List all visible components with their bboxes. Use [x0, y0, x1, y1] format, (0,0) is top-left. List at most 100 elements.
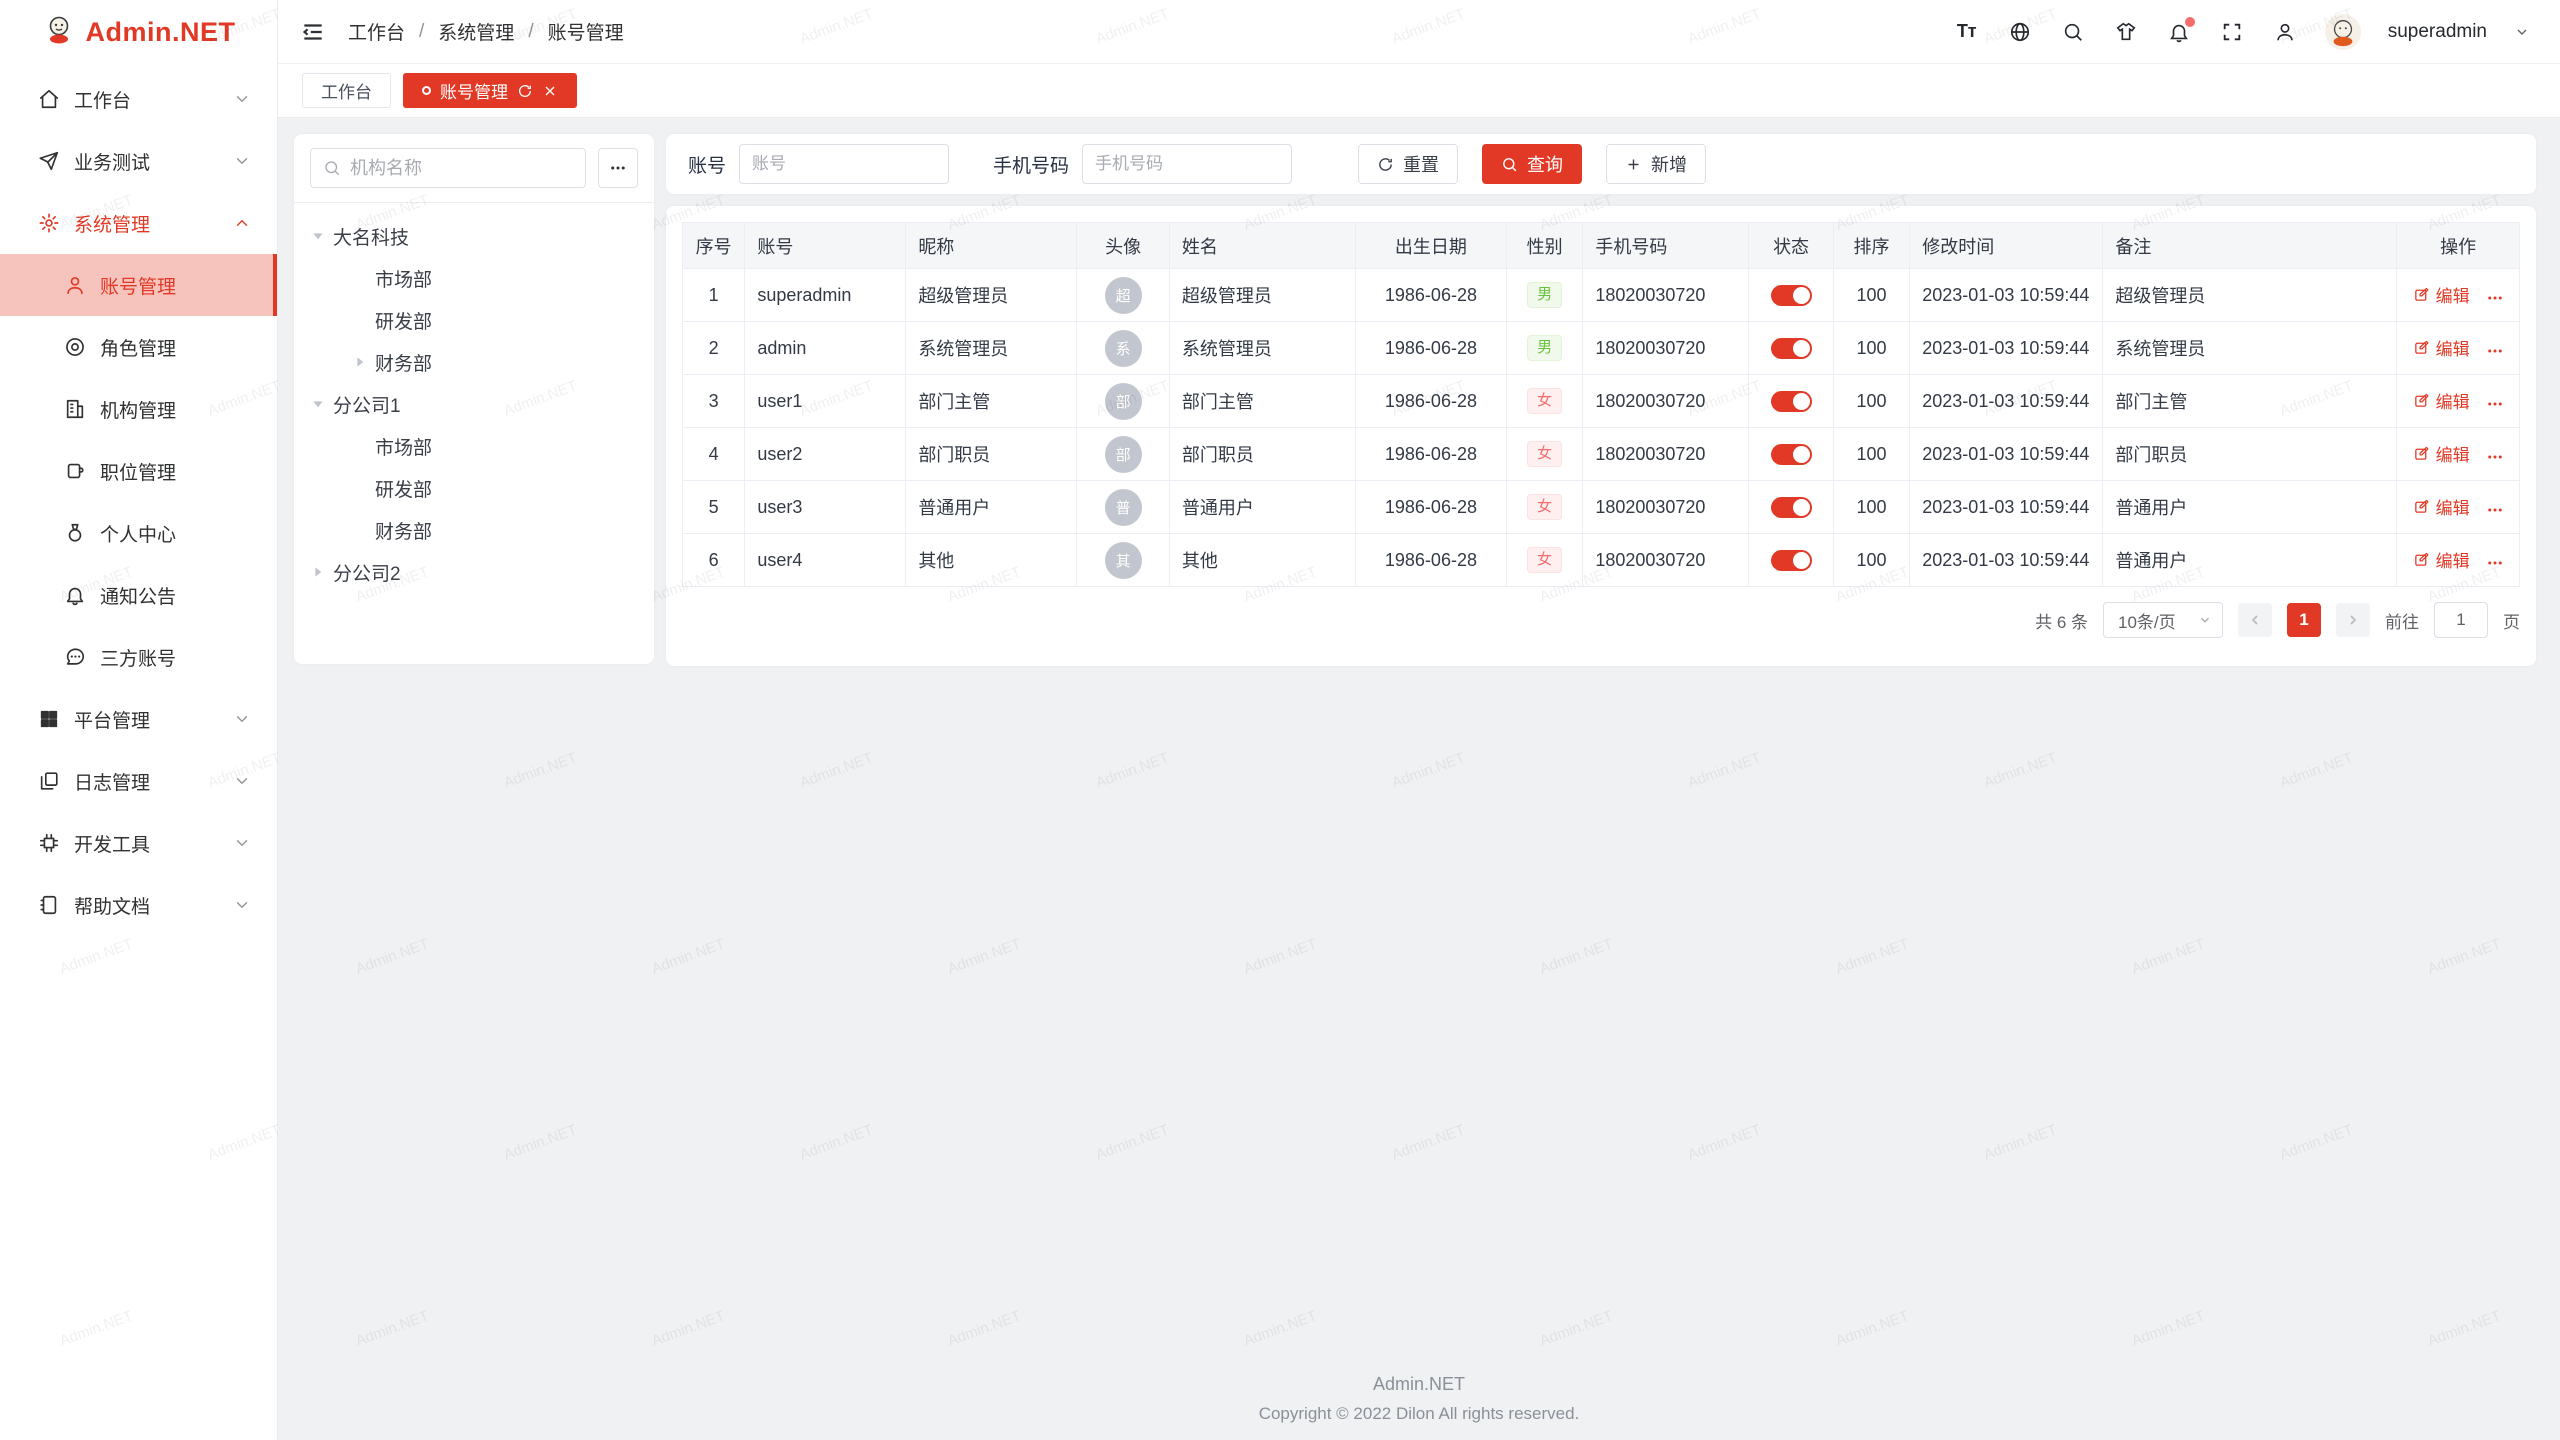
collapse-sidebar-icon[interactable] [300, 19, 326, 45]
status-toggle[interactable] [1771, 391, 1812, 412]
caret-right-icon[interactable] [352, 354, 368, 370]
org-search-input[interactable] [350, 158, 573, 179]
sidebar-item-label: 业务测试 [74, 148, 233, 175]
sidebar-item-个人中心[interactable]: 个人中心 [0, 502, 277, 564]
row-index: 2 [683, 322, 745, 375]
chevron-down-icon [233, 834, 251, 852]
more-actions-button[interactable] [2486, 289, 2504, 307]
row-index: 1 [683, 269, 745, 322]
theme-shirt-icon[interactable] [2113, 19, 2139, 45]
sidebar-item-帮助文档[interactable]: 帮助文档 [0, 874, 277, 936]
tree-node-分公司2[interactable]: 分公司2 [294, 551, 654, 593]
status-toggle[interactable] [1771, 497, 1812, 518]
table-row: 1superadmin超级管理员超超级管理员1986-06-28男1802003… [683, 269, 2520, 322]
chevron-down-icon[interactable] [2514, 24, 2530, 40]
table-row: 3user1部门主管部部门主管1986-06-28女18020030720100… [683, 375, 2520, 428]
page-size-select[interactable]: 10条/页 [2103, 602, 2223, 638]
language-icon[interactable] [2007, 19, 2033, 45]
order-cell: 100 [1833, 534, 1909, 587]
sidebar-item-业务测试[interactable]: 业务测试 [0, 130, 277, 192]
edit-button[interactable]: 编辑 [2413, 335, 2470, 360]
sidebar-item-系统管理[interactable]: 系统管理 [0, 192, 277, 254]
status-toggle[interactable] [1771, 550, 1812, 571]
caret-down-icon[interactable] [310, 396, 326, 412]
search-icon[interactable] [2060, 19, 2086, 45]
user-outline-icon[interactable] [2272, 19, 2298, 45]
next-page-button[interactable] [2336, 603, 2370, 637]
tab-account-management[interactable]: 账号管理 [403, 73, 577, 108]
caret-right-icon[interactable] [310, 564, 326, 580]
close-icon[interactable] [542, 83, 558, 99]
tree-node-研发部[interactable]: 研发部 [294, 467, 654, 509]
phone-filter-input[interactable] [1082, 144, 1292, 184]
edit-button[interactable]: 编辑 [2413, 282, 2470, 307]
sidebar-item-机构管理[interactable]: 机构管理 [0, 378, 277, 440]
tree-node-大名科技[interactable]: 大名科技 [294, 215, 654, 257]
sidebar-item-账号管理[interactable]: 账号管理 [0, 254, 277, 316]
tree-node-研发部[interactable]: 研发部 [294, 299, 654, 341]
page-content: 大名科技市场部研发部财务部分公司1市场部研发部财务部分公司2 账号 手机号码 重… [278, 118, 2560, 1440]
more-actions-button[interactable] [2486, 501, 2504, 519]
breadcrumb-item[interactable]: 系统管理 [438, 18, 514, 45]
status-toggle[interactable] [1771, 338, 1812, 359]
tree-node-市场部[interactable]: 市场部 [294, 257, 654, 299]
avatar-cell: 超 [1077, 269, 1170, 322]
goto-label: 前往 [2385, 608, 2419, 633]
username[interactable]: superadmin [2388, 21, 2487, 43]
refresh-icon[interactable] [517, 83, 533, 99]
column-header-出生日期: 出生日期 [1355, 223, 1506, 269]
phone-cell: 18020030720 [1583, 375, 1749, 428]
tree-node-label: 大名科技 [333, 223, 409, 250]
tree-node-分公司1[interactable]: 分公司1 [294, 383, 654, 425]
fullscreen-icon[interactable] [2219, 19, 2245, 45]
sidebar-item-三方账号[interactable]: 三方账号 [0, 626, 277, 688]
tree-more-button[interactable] [598, 148, 638, 188]
tree-node-财务部[interactable]: 财务部 [294, 509, 654, 551]
edit-button[interactable]: 编辑 [2413, 441, 2470, 466]
font-size-icon[interactable]: Tт [1954, 19, 1980, 45]
prev-page-button[interactable] [2238, 603, 2272, 637]
sidebar-item-职位管理[interactable]: 职位管理 [0, 440, 277, 502]
sidebar-item-开发工具[interactable]: 开发工具 [0, 812, 277, 874]
sidebar-item-工作台[interactable]: 工作台 [0, 68, 277, 130]
account-filter-input[interactable] [739, 144, 949, 184]
sidebar-item-角色管理[interactable]: 角色管理 [0, 316, 277, 378]
reset-button[interactable]: 重置 [1358, 144, 1458, 184]
modified-time-cell: 2023-01-03 10:59:44 [1910, 322, 2103, 375]
gender-cell: 女 [1506, 375, 1582, 428]
more-actions-button[interactable] [2486, 342, 2504, 360]
user-avatar[interactable] [2325, 14, 2361, 50]
name-cell: 系统管理员 [1169, 322, 1355, 375]
status-toggle[interactable] [1771, 285, 1812, 306]
current-page-button[interactable]: 1 [2287, 603, 2321, 637]
edit-button[interactable]: 编辑 [2413, 388, 2470, 413]
sidebar-item-日志管理[interactable]: 日志管理 [0, 750, 277, 812]
sidebar-item-label: 职位管理 [100, 458, 251, 485]
edit-button[interactable]: 编辑 [2413, 547, 2470, 572]
more-actions-button[interactable] [2486, 554, 2504, 572]
caret-down-icon[interactable] [310, 228, 326, 244]
sidebar-item-label: 账号管理 [100, 272, 251, 299]
sidebar-item-通知公告[interactable]: 通知公告 [0, 564, 277, 626]
tab-workbench[interactable]: 工作台 [302, 73, 391, 108]
caret-spacer [352, 312, 368, 328]
edit-button[interactable]: 编辑 [2413, 494, 2470, 519]
notification-bell-icon[interactable] [2166, 19, 2192, 45]
tree-node-财务部[interactable]: 财务部 [294, 341, 654, 383]
tab-label: 工作台 [321, 78, 372, 103]
gender-cell: 女 [1506, 428, 1582, 481]
add-button[interactable]: 新增 [1606, 144, 1706, 184]
gender-badge: 女 [1527, 494, 1562, 520]
tree-node-市场部[interactable]: 市场部 [294, 425, 654, 467]
status-toggle[interactable] [1771, 444, 1812, 465]
sidebar-item-label: 系统管理 [74, 210, 233, 237]
table-header-row: 序号账号昵称头像姓名出生日期性别手机号码状态排序修改时间备注操作 [683, 223, 2520, 269]
sidebar-item-平台管理[interactable]: 平台管理 [0, 688, 277, 750]
more-actions-button[interactable] [2486, 395, 2504, 413]
more-actions-button[interactable] [2486, 448, 2504, 466]
search-button[interactable]: 查询 [1482, 144, 1582, 184]
remark-cell: 普通用户 [2103, 481, 2397, 534]
column-header-手机号码: 手机号码 [1583, 223, 1749, 269]
breadcrumb-item[interactable]: 工作台 [348, 18, 405, 45]
goto-page-input[interactable] [2434, 602, 2488, 638]
